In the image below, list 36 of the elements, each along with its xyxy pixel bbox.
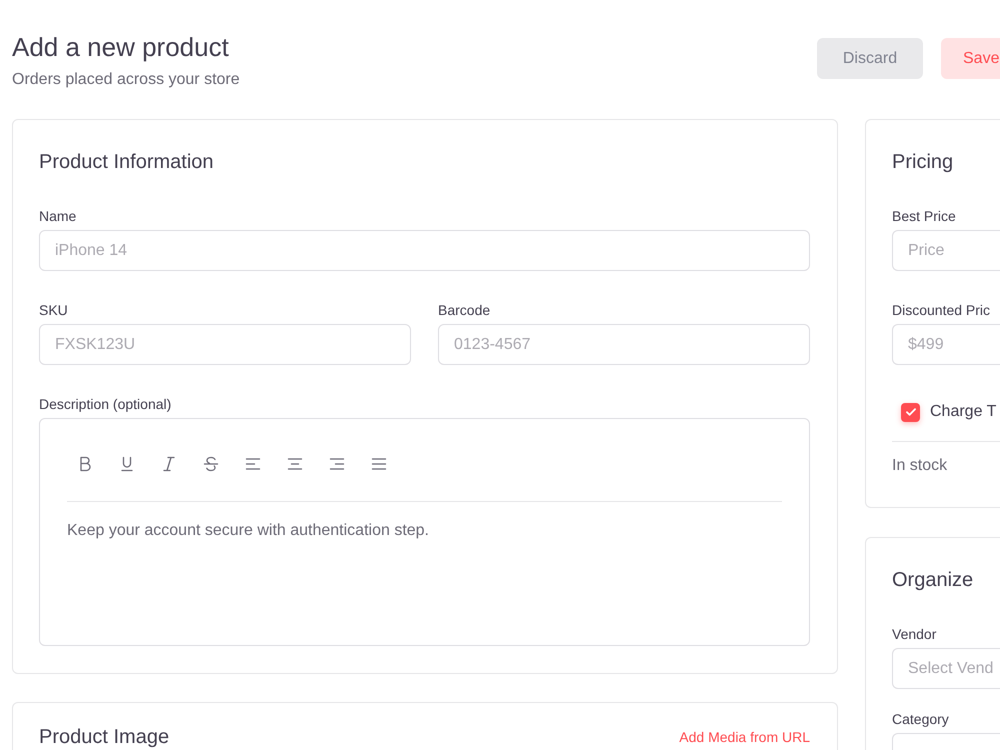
vendor-select[interactable]: Select Vend <box>892 648 1000 689</box>
sku-input[interactable]: FXSK123U <box>39 324 411 365</box>
justify-icon[interactable] <box>371 456 387 472</box>
name-input[interactable]: iPhone 14 <box>39 230 810 271</box>
barcode-input[interactable]: 0123-4567 <box>438 324 810 365</box>
underline-icon[interactable] <box>119 456 135 472</box>
field-label: Vendor <box>892 625 936 644</box>
italic-icon[interactable] <box>161 456 177 472</box>
card-title: Pricing <box>892 150 954 175</box>
description-text: Keep your account secure with authentication step. <box>67 521 429 541</box>
field-label: Discounted Pric <box>892 301 990 320</box>
price-input[interactable]: $499 <box>892 324 1000 365</box>
card-title: Product Image <box>39 727 170 747</box>
save-button[interactable]: Save <box>941 38 1000 79</box>
card-title: Organize <box>892 568 974 593</box>
checkbox-label: Charge T <box>930 402 996 422</box>
page-title: Add a new product <box>12 31 229 63</box>
field-label: Category <box>892 710 949 729</box>
page-subtitle: Orders placed across your store <box>12 70 240 90</box>
check-icon <box>906 408 916 416</box>
field-label: SKU <box>39 301 68 320</box>
align-left-icon[interactable] <box>245 456 261 472</box>
field-label: Barcode <box>438 301 490 320</box>
field-label: Best Price <box>892 207 956 226</box>
add-media-link[interactable]: Add Media from URL <box>679 727 810 747</box>
price-input[interactable]: Price <box>892 230 1000 271</box>
card-title: Product Information <box>39 150 214 175</box>
checkbox[interactable] <box>901 402 920 422</box>
field-label: Description (optional) <box>39 395 172 414</box>
strikethrough-icon[interactable] <box>203 456 219 472</box>
field-label: Name <box>39 207 76 226</box>
discard-button[interactable]: Discard <box>817 38 923 79</box>
description-editor[interactable]: Keep your account secure with authentication step. <box>39 418 810 646</box>
stock-label: In stock <box>892 456 948 476</box>
align-center-icon[interactable] <box>287 456 303 472</box>
align-right-icon[interactable] <box>329 456 345 472</box>
